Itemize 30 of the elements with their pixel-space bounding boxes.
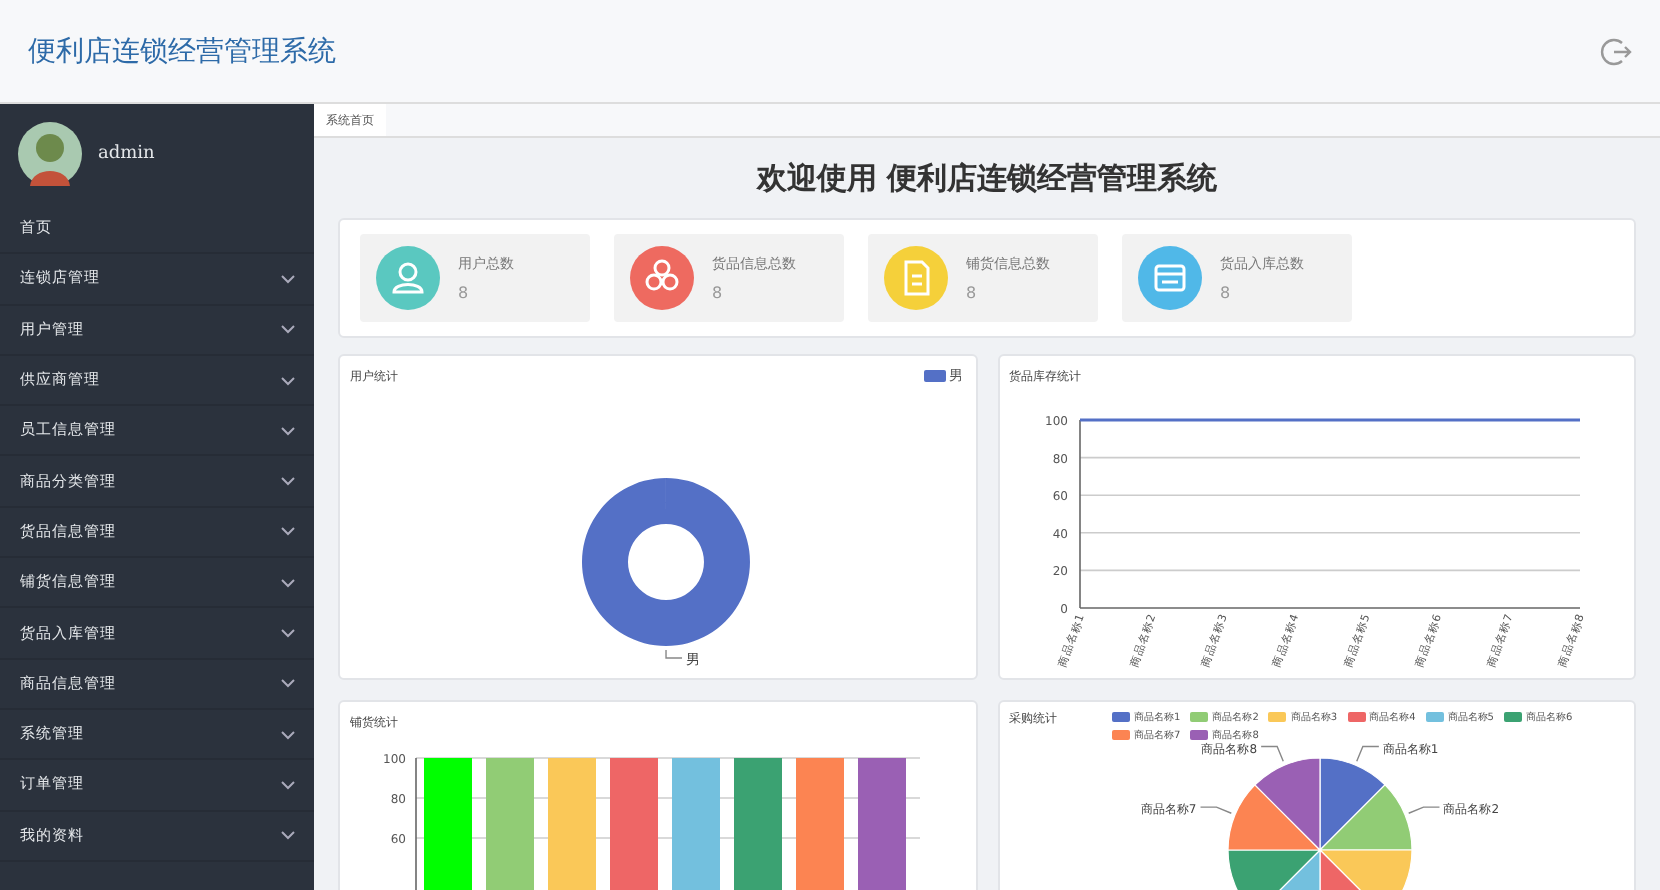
bar: [548, 758, 596, 890]
chevron-down-icon: [280, 628, 296, 639]
chevron-down-icon: [280, 729, 296, 740]
chevron-down-icon: [280, 324, 296, 335]
chevron-down-icon: [280, 526, 296, 537]
bar: [486, 758, 534, 890]
stat-value: 8: [458, 284, 471, 302]
bar: [424, 758, 472, 890]
stat-value: 8: [712, 284, 725, 302]
stat-value: 8: [966, 284, 979, 302]
stat-value: 8: [1220, 284, 1233, 302]
chevron-down-icon: [280, 273, 296, 284]
chevron-down-icon: [280, 779, 296, 790]
app-title: 便利店连锁经营管理系统: [28, 33, 336, 69]
chevron-down-icon: [280, 577, 296, 588]
user-name: admin: [98, 144, 155, 164]
bar: [610, 758, 658, 890]
welcome-heading: 欢迎使用 便利店连锁经营管理系统: [754, 157, 1220, 199]
logout-icon[interactable]: [1600, 35, 1632, 67]
chevron-down-icon: [280, 425, 296, 436]
chevron-down-icon: [280, 678, 296, 689]
bar: [796, 758, 844, 890]
avatar-icon: [18, 122, 82, 186]
y-axis: [415, 757, 417, 890]
chevron-down-icon: [280, 476, 296, 487]
bar: [734, 758, 782, 890]
bar: [672, 758, 720, 890]
bar: [858, 758, 906, 890]
chevron-down-icon: [280, 830, 296, 841]
chevron-down-icon: [280, 375, 296, 386]
